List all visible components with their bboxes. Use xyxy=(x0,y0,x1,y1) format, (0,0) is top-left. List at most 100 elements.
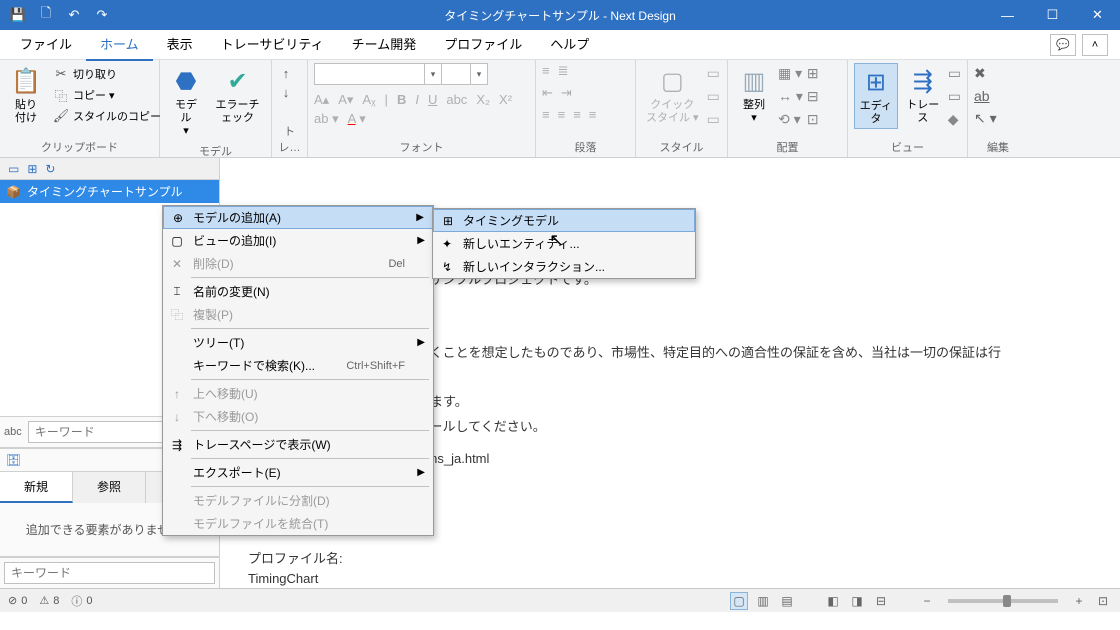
tab-file[interactable]: ファイル xyxy=(6,28,86,61)
error-check-button[interactable]: ✔ エラーチェック xyxy=(210,63,265,127)
ctx-item[interactable]: ⇶トレースページで表示(W) xyxy=(163,433,433,456)
zoom-in[interactable]: + xyxy=(1070,592,1088,610)
edit3-icon[interactable]: ↖ ▾ xyxy=(974,110,997,127)
keyword-input-2[interactable] xyxy=(4,562,215,584)
editor-view-button[interactable]: ⊞ エディタ xyxy=(854,63,898,129)
tab-profile[interactable]: プロファイル xyxy=(430,28,536,61)
font-color-icon[interactable]: A ▾ xyxy=(348,111,366,127)
view-mode-2[interactable]: ▥ xyxy=(754,592,772,610)
editor-icon: ⊞ xyxy=(860,66,892,98)
ctx-item[interactable]: ツリー(T)▶ xyxy=(163,331,433,354)
copy-icon: ⿻ xyxy=(53,87,69,103)
edit2-icon[interactable]: ab xyxy=(974,88,997,104)
layout3-icon[interactable]: ⟲ ▾ xyxy=(778,111,803,128)
minimize-button[interactable]: — xyxy=(985,0,1030,30)
numbering-icon[interactable]: ≣ xyxy=(558,63,569,79)
view-mode-6[interactable]: ⊟ xyxy=(872,592,890,610)
maximize-button[interactable]: ☐ xyxy=(1030,0,1075,30)
group-tre-label: トレ… xyxy=(278,121,301,157)
clear-format-icon[interactable]: Aᵪ xyxy=(362,92,375,108)
ctx-item[interactable]: エクスポート(E)▶ xyxy=(163,461,433,484)
profile-label: プロファイル名: xyxy=(248,548,1092,567)
view2-icon[interactable]: ▭ xyxy=(948,88,961,105)
sb-tool-1[interactable]: ▭ xyxy=(8,162,19,176)
model-button[interactable]: ⬣ モデル▾ xyxy=(166,63,206,141)
undo-icon[interactable]: ↶ xyxy=(66,7,82,23)
paste-button[interactable]: 📋 貼り付け xyxy=(6,63,46,127)
font-select[interactable]: ▾▾ xyxy=(314,63,488,85)
tab-help[interactable]: ヘルプ xyxy=(536,28,603,61)
speech-icon[interactable]: 💬 xyxy=(1050,34,1076,56)
collapse-ribbon-icon[interactable]: ˄ xyxy=(1082,34,1108,56)
ctx-item[interactable]: ⊕モデルの追加(A)▶ xyxy=(163,206,433,229)
ctx-item[interactable]: キーワードで検索(K)...Ctrl+Shift+F xyxy=(163,354,433,377)
tree-item-root[interactable]: 📦 タイミングチャートサンプル xyxy=(0,180,219,203)
save-icon[interactable]: 💾 xyxy=(10,7,26,23)
close-button[interactable]: ✕ xyxy=(1075,0,1120,30)
redo-icon[interactable]: ↷ xyxy=(94,7,110,23)
italic-icon[interactable]: I xyxy=(415,92,419,108)
tab-team[interactable]: チーム開発 xyxy=(338,28,431,61)
view-mode-3[interactable]: ▤ xyxy=(778,592,796,610)
ctx-label: キーワードで検索(K)... xyxy=(193,357,315,374)
subscript-icon[interactable]: X₂ xyxy=(476,92,490,108)
tab-view[interactable]: 表示 xyxy=(153,28,207,61)
layout5-icon[interactable]: ⊟ xyxy=(807,88,819,105)
view-mode-5[interactable]: ◨ xyxy=(848,592,866,610)
view1-icon[interactable]: ▭ xyxy=(948,65,961,82)
indent-icon[interactable]: ⇥ xyxy=(561,85,572,101)
bold-icon[interactable]: B xyxy=(397,92,406,108)
ctx-item[interactable]: ⌶名前の変更(N) xyxy=(163,280,433,303)
view-mode-4[interactable]: ◧ xyxy=(824,592,842,610)
tab-traceability[interactable]: トレーサビリティ xyxy=(207,28,338,61)
view3-icon[interactable]: ◆ xyxy=(948,111,961,128)
tab-home[interactable]: ホーム xyxy=(86,28,153,61)
font-shrink-icon[interactable]: A▾ xyxy=(338,92,353,108)
layout1-icon[interactable]: ▦ ▾ xyxy=(778,65,803,82)
style3-icon[interactable]: ▭ xyxy=(707,111,720,128)
bullets-icon[interactable]: ≡ xyxy=(542,63,550,79)
edit1-icon[interactable]: ✖ xyxy=(974,65,997,82)
superscript-icon[interactable]: X² xyxy=(499,92,512,108)
layout6-icon[interactable]: ⊡ xyxy=(807,111,819,128)
sb-tab-ref[interactable]: 参照 xyxy=(73,472,146,503)
align-center-icon[interactable]: ≡ xyxy=(558,107,566,122)
copy-style-button[interactable]: 🖌スタイルのコピー xyxy=(50,107,164,125)
ctx-item[interactable]: ↯新しいインタラクション... xyxy=(433,255,695,278)
style1-icon[interactable]: ▭ xyxy=(707,65,720,82)
open-icon[interactable]: 🗋 xyxy=(38,7,54,23)
justify-icon[interactable]: ≡ xyxy=(589,107,597,122)
font-grow-icon[interactable]: A▴ xyxy=(314,92,329,108)
arrow-down-icon[interactable]: ↓ xyxy=(278,84,294,100)
zoom-out[interactable]: − xyxy=(918,592,936,610)
highlight-icon[interactable]: ab ▾ xyxy=(314,111,339,127)
menu-tabs: ファイル ホーム 表示 トレーサビリティ チーム開発 プロファイル ヘルプ xyxy=(6,28,603,61)
outdent-icon[interactable]: ⇤ xyxy=(542,85,553,101)
ctx-item[interactable]: ▢ビューの追加(I)▶ xyxy=(163,229,433,252)
sb-tab-new[interactable]: 新規 xyxy=(0,472,73,503)
ctx-item[interactable]: ✦新しいエンティティ... xyxy=(433,232,695,255)
quick-style-button[interactable]: ▢ クイックスタイル ▾ xyxy=(642,63,703,127)
style2-icon[interactable]: ▭ xyxy=(707,88,720,105)
ribbon: 📋 貼り付け ✂切り取り ⿻コピー ▾ 🖌スタイルのコピー クリップボード ⬣ … xyxy=(0,60,1120,158)
layout2-icon[interactable]: ↔ ▾ xyxy=(778,88,803,105)
underline-icon[interactable]: U xyxy=(428,92,437,108)
check-icon: ✔ xyxy=(222,65,254,97)
copy-button[interactable]: ⿻コピー ▾ xyxy=(50,86,164,104)
sb-tool-3[interactable]: ↻ xyxy=(45,162,55,176)
ctx-item[interactable]: ⊞タイミングモデル xyxy=(433,209,695,232)
trace-view-button[interactable]: ⇶ トレース xyxy=(902,63,944,127)
view-mode-1[interactable]: ▢ xyxy=(730,592,748,610)
layout4-icon[interactable]: ⊞ xyxy=(807,65,819,82)
titlebar: 💾 🗋 ↶ ↷ タイミングチャートサンプル - Next Design — ☐ … xyxy=(0,0,1120,30)
align-right-icon[interactable]: ≡ xyxy=(573,107,581,122)
cut-button[interactable]: ✂切り取り xyxy=(50,65,164,83)
ctx-label: トレースページで表示(W) xyxy=(193,436,331,453)
align-button[interactable]: ▥ 整列▾ xyxy=(734,63,774,127)
strike-icon[interactable]: abc xyxy=(446,92,467,108)
align-left-icon[interactable]: ≡ xyxy=(542,107,550,122)
zoom-slider[interactable] xyxy=(948,599,1058,603)
arrow-up-icon[interactable]: ↑ xyxy=(278,65,294,81)
sb-tool-2[interactable]: ⊞ xyxy=(27,162,37,176)
zoom-fit[interactable]: ⊡ xyxy=(1094,592,1112,610)
